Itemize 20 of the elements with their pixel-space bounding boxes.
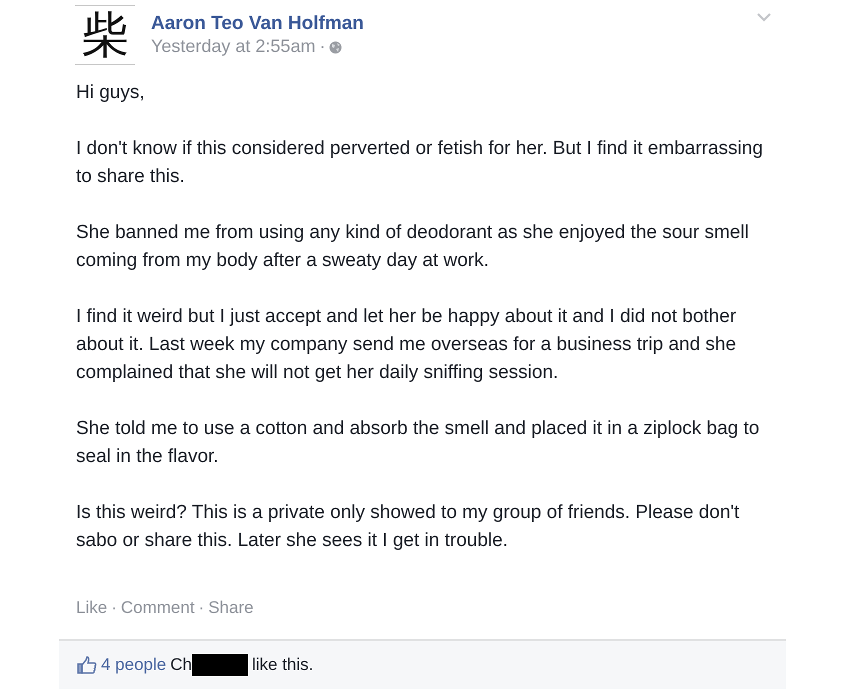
- post-paragraph: Is this weird? This is a private only showed to my group of friends. Please don't sabo or share this. Later she sees it I get in trouble.: [76, 501, 740, 553]
- action-link[interactable]: Comment: [120, 595, 195, 620]
- thumbs-up-icon[interactable]: [77, 656, 97, 674]
- post-paragraph: She told me to use a cotton and absorb the smell and placed it in a ziplock bag to seal in the flavor.: [76, 417, 760, 469]
- separator-dot: ·: [111, 597, 117, 619]
- post-paragraph: Hi guys,: [76, 81, 146, 105]
- likes-suffix: like this.: [252, 654, 314, 676]
- separator-dot: ·: [319, 35, 326, 57]
- likers-link[interactable]: 4 people: [101, 652, 166, 678]
- timestamp-link[interactable]: Yesterday at 2:55am: [151, 35, 316, 57]
- post-paragraph: She banned me from using any kind of deodorant as she enjoyed the sour smell coming from my body after a sweaty day at work.: [76, 221, 750, 273]
- post-paragraph: I find it weird but I just accept and let her be happy about it and I did not bother about it. Last week my company send me overseas for a business trip and she complained that she will not get her daily sniffing session.: [76, 305, 738, 385]
- post-paragraph: I don't know if this considered perverted or fetish for her. But I find it embarrassing to share this.: [76, 137, 764, 189]
- action-link[interactable]: Share: [208, 595, 254, 620]
- separator-dot: ·: [198, 597, 204, 619]
- globe-icon[interactable]: [329, 41, 342, 54]
- chevron-down-icon[interactable]: [757, 13, 771, 22]
- action-link[interactable]: Like: [76, 595, 108, 620]
- liker-name: Ch: [170, 654, 192, 676]
- author-name-link[interactable]: Aaron Teo Van Holfman: [151, 13, 364, 35]
